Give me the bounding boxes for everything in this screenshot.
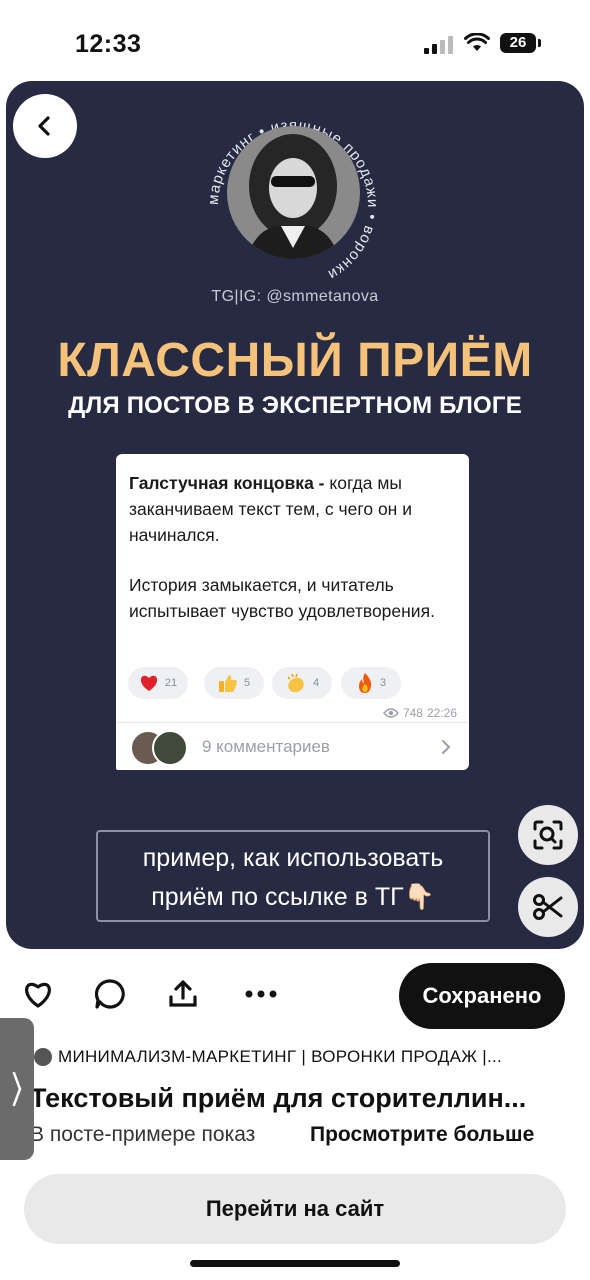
cta-line-2: приём по ссылке в ТГ👇🏻 [151,883,435,911]
comments-row: 9 комментариев [128,730,457,766]
views-count: 748 [402,706,423,720]
message-time: 22:26 [426,706,457,720]
board-avatar [34,1048,52,1066]
chevron-right-icon [12,1071,22,1107]
heart-outline-icon [25,982,51,1008]
commenter-avatar [152,730,188,766]
board-link[interactable]: МИНИМАЛИЗМ-МАРКЕТИНГ | ВОРОНКИ ПРОДАЖ |.… [34,1047,502,1067]
pin-image[interactable]: маркетинг • изящные продажи • воронки TG… [6,81,584,949]
reaction-clap: 4 [272,667,332,699]
pin-title: Текстовый приём для сторителлин... [30,1083,527,1113]
like-button[interactable] [18,974,58,1014]
more-dots-icon [245,990,277,998]
reaction-count: 3 [379,677,387,689]
pin-headline: КЛАССНЫЙ ПРИЁМ [57,334,533,387]
message-meta: 748 22:26 [383,706,457,720]
status-bar: 12:33 26 [0,0,590,80]
status-time: 12:33 [75,30,142,58]
saved-button[interactable]: Сохранено [399,963,565,1029]
home-indicator [190,1260,400,1267]
message-divider [116,722,469,723]
fire-icon [358,673,372,693]
message-text-2: История замыкается, и читатель испытывае… [129,575,435,621]
scissors-button[interactable] [518,877,578,937]
pin-cta-box: пример, как использовать приём по ссылке… [96,830,490,922]
scissors-icon [533,894,563,920]
comment-icon [94,979,125,1009]
clap-icon [287,673,304,693]
telegram-message-card: Галстучная концовка - когда мы заканчива… [116,454,469,770]
board-name: МИНИМАЛИЗМ-МАРКЕТИНГ | ВОРОНКИ ПРОДАЖ |.… [58,1047,503,1066]
pin-subheadline: ДЛЯ ПОСТОВ В ЭКСПЕРТНОМ БЛОГЕ [68,392,522,419]
wifi-icon [464,33,490,51]
comments-label: 9 комментариев [202,737,330,756]
eye-icon [383,708,399,718]
visit-site-button[interactable]: Перейти на сайт [24,1174,566,1244]
see-more-link[interactable]: Просмотрите больше [310,1123,534,1147]
reaction-fire: 3 [341,667,401,699]
heart-icon [140,675,157,691]
author-photo [227,126,360,259]
side-drawer-handle[interactable] [0,1018,34,1160]
reaction-heart: 21 [128,667,188,699]
reaction-count: 4 [312,677,320,689]
battery-indicator: 26 [500,33,536,53]
author-handle: TG|IG: @smmetanova [211,288,379,305]
thumbs-up-icon [218,675,237,692]
lens-search-icon [533,820,563,850]
chevron-right-icon [442,740,451,754]
battery-cap [538,39,541,47]
reaction-thumbs-up: 5 [204,667,264,699]
cellular-signal-icon [424,34,454,54]
share-button[interactable] [163,974,203,1014]
visual-search-button[interactable] [518,805,578,865]
reaction-count: 5 [243,677,251,689]
reaction-count: 21 [164,677,178,689]
comment-button[interactable] [90,974,130,1014]
chevron-left-icon [38,116,50,136]
more-options-button[interactable] [241,974,281,1014]
cta-line-1: пример, как использовать [142,844,444,872]
back-button[interactable] [13,94,77,158]
message-text: Галстучная концовка - когда мы заканчива… [129,470,454,548]
pin-description: В посте-примере показ [30,1123,256,1146]
message-bold-lead: Галстучная концовка - [129,473,330,493]
share-icon [169,980,197,1007]
